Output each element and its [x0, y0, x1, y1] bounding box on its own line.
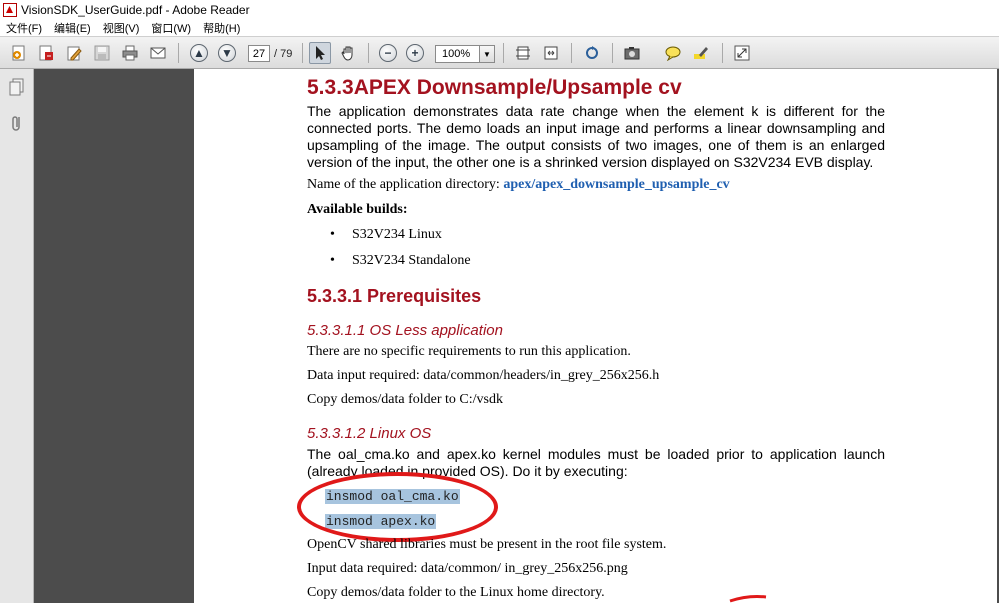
hand-icon: [341, 46, 353, 61]
print-icon[interactable]: [119, 42, 141, 64]
menu-view[interactable]: 视图(V): [97, 20, 146, 36]
list-item: • S32V234 Linux: [330, 227, 442, 243]
chevron-down-icon[interactable]: ▼: [479, 46, 494, 62]
zoom-out-button[interactable]: −: [377, 42, 399, 64]
down-arrow-icon: ▼: [218, 44, 236, 62]
toolbar-separator: [368, 43, 369, 63]
fit-page-button[interactable]: [512, 42, 534, 64]
select-tool-button[interactable]: [309, 42, 331, 64]
comment-button[interactable]: [662, 42, 684, 64]
highlighter-icon: [694, 47, 708, 59]
attachments-icon[interactable]: [8, 114, 26, 132]
snapshot-button[interactable]: [621, 42, 643, 64]
plus-icon: +: [406, 44, 424, 62]
navigation-panel: [0, 69, 34, 603]
page-number-input[interactable]: 27: [248, 45, 270, 62]
expand-icon: [734, 45, 750, 61]
os-less-line: Copy demos/data folder to C:/vsdk: [307, 392, 503, 407]
intro-paragraph: The application demonstrates data rate c…: [307, 103, 885, 170]
fit-width-button[interactable]: [540, 42, 562, 64]
email-icon[interactable]: [147, 42, 169, 64]
bullet-icon: •: [330, 227, 335, 242]
toolbar-separator: [178, 43, 179, 63]
zoom-value: 100%: [442, 48, 471, 60]
create-pdf-icon[interactable]: [8, 42, 30, 64]
adobe-reader-icon: [3, 3, 17, 17]
fit-page-icon: [516, 46, 530, 60]
menu-edit[interactable]: 编辑(E): [48, 20, 97, 36]
app-directory-link[interactable]: apex/apex_downsample_upsample_cv: [503, 177, 729, 192]
title-bar: VisionSDK_UserGuide.pdf - Adobe Reader: [0, 0, 999, 20]
window-title: VisionSDK_UserGuide.pdf - Adobe Reader: [21, 3, 250, 17]
minus-icon: −: [379, 44, 397, 62]
red-circle-annotation: [297, 472, 498, 542]
up-arrow-icon: ▲: [190, 44, 208, 62]
toolbar-separator: [571, 43, 572, 63]
list-item: • S32V234 Standalone: [330, 253, 471, 269]
speech-bubble-icon: [665, 46, 681, 61]
export-pdf-icon[interactable]: [35, 42, 57, 64]
cursor-icon: [316, 46, 325, 60]
menu-bar: 文件(F) 编辑(E) 视图(V) 窗口(W) 帮助(H): [0, 20, 999, 36]
previous-page-button[interactable]: ▲: [188, 42, 210, 64]
linux-line: OpenCV shared libraries must be present …: [307, 537, 667, 552]
app-directory-line: Name of the application directory: apex/…: [307, 177, 730, 193]
os-less-line: There are no specific requirements to ru…: [307, 344, 631, 359]
menu-window[interactable]: 窗口(W): [145, 20, 197, 36]
prerequisites-heading: 5.3.3.1 Prerequisites: [307, 286, 482, 306]
page-thumbnails-icon[interactable]: [8, 78, 26, 96]
highlight-button[interactable]: [690, 42, 712, 64]
bullet-icon: •: [330, 253, 335, 268]
red-mark-annotation: [729, 595, 767, 603]
hand-tool-button[interactable]: [337, 42, 359, 64]
rotate-icon: [586, 46, 598, 59]
builds-label: Available builds:: [307, 202, 408, 217]
linux-heading: 5.3.3.1.2 Linux OS: [307, 425, 432, 442]
app-directory-label: Name of the application directory:: [307, 177, 504, 192]
toolbar: ▲ ▼ 27 / 79 − + 100% ▼: [0, 36, 999, 69]
save-icon[interactable]: [91, 42, 113, 64]
toolbar-separator: [302, 43, 303, 63]
toolbar-separator: [503, 43, 504, 63]
os-less-line: Data input required: data/common/headers…: [307, 368, 660, 383]
section-heading: 5.3.3APEX Downsample/Upsample cv: [307, 76, 682, 99]
build-item: S32V234 Linux: [352, 227, 442, 242]
fit-width-icon: [544, 46, 558, 60]
zoom-in-button[interactable]: +: [404, 42, 426, 64]
camera-icon: [624, 47, 640, 60]
rotate-button[interactable]: [581, 42, 603, 64]
toolbar-separator: [722, 43, 723, 63]
next-page-button[interactable]: ▼: [216, 42, 238, 64]
edit-pdf-icon[interactable]: [63, 42, 85, 64]
os-less-heading: 5.3.3.1.1 OS Less application: [307, 322, 503, 339]
zoom-select[interactable]: 100% ▼: [435, 45, 495, 63]
menu-file[interactable]: 文件(F): [0, 20, 48, 36]
toolbar-separator: [612, 43, 613, 63]
linux-line: Input data required: data/common/ in_gre…: [307, 561, 628, 576]
menu-help[interactable]: 帮助(H): [197, 20, 246, 36]
linux-line: Copy demos/data folder to the Linux home…: [307, 585, 605, 600]
page-total: / 79: [274, 48, 293, 60]
expand-button[interactable]: [731, 42, 753, 64]
build-item: S32V234 Standalone: [352, 253, 471, 268]
